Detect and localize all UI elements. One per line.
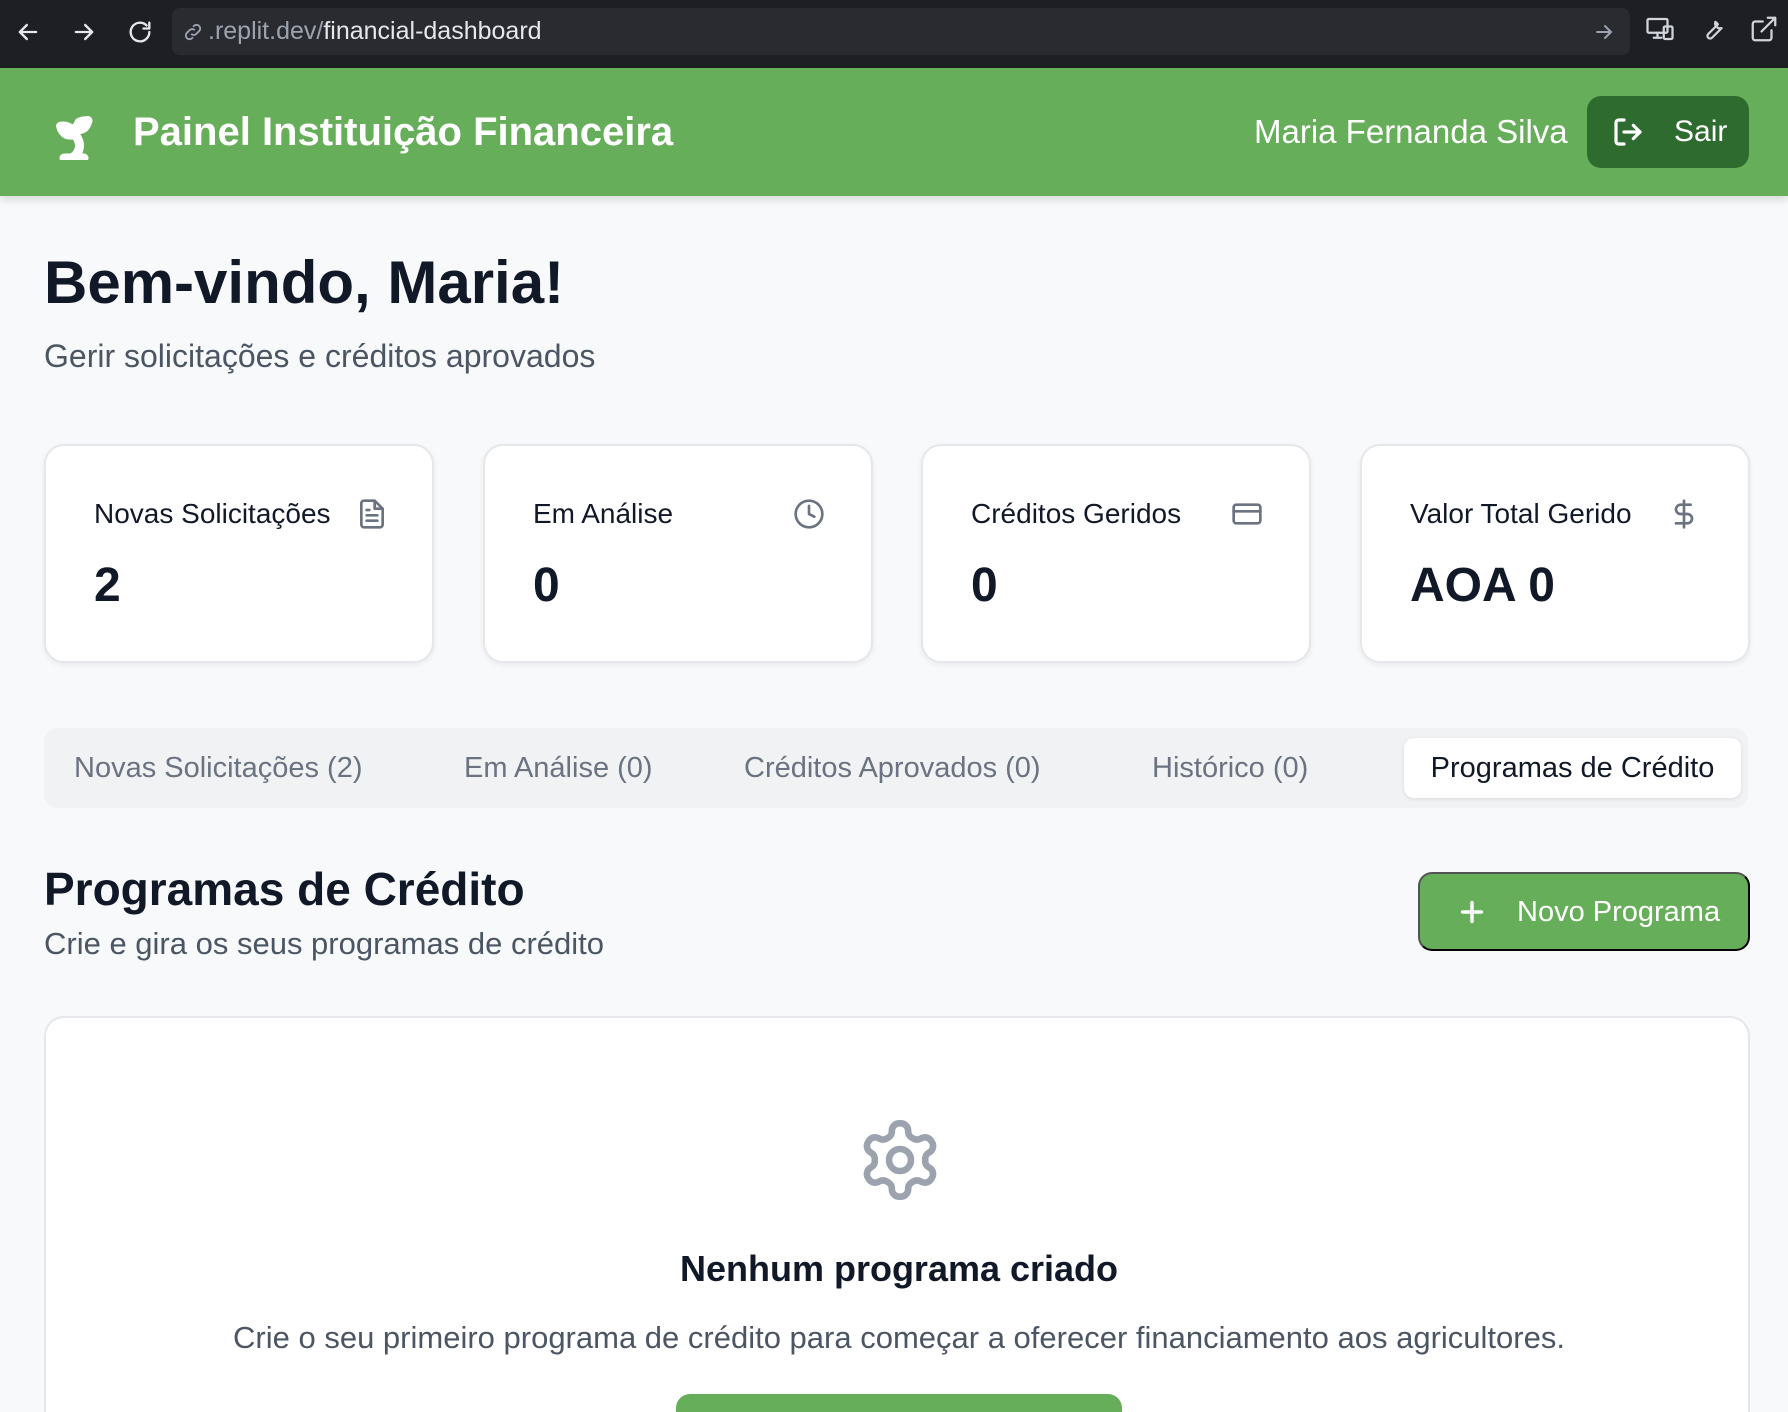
plus-icon [1456,896,1488,928]
devices-icon[interactable] [1645,14,1681,50]
logout-label: Sair [1674,115,1728,148]
external-link-icon[interactable] [1749,14,1785,50]
stat-value: 0 [971,559,998,612]
section-subtitle: Crie e gira os seus programas de crédito [44,926,604,961]
stat-card-managed-credits: Créditos Geridos 0 [921,444,1311,663]
gear-icon [856,1116,944,1204]
stat-card-in-analysis: Em Análise 0 [483,444,873,663]
sprout-icon [50,108,98,163]
dollar-icon [1668,498,1700,530]
welcome-title: Bem-vindo, Maria! [44,249,565,316]
forward-arrow-icon[interactable] [66,14,102,50]
back-arrow-icon[interactable] [10,14,46,50]
credit-card-icon [1231,498,1263,530]
link-icon [182,21,204,43]
new-program-label: Novo Programa [1517,896,1721,928]
address-bar[interactable]: .replit.dev/financial-dashboard [172,8,1630,55]
app-header: Painel Instituição Financeira Maria Fern… [0,68,1788,196]
tab-new-requests[interactable]: Novas Solicitações (2) [74,738,363,798]
stat-label: Créditos Geridos [971,498,1182,529]
go-arrow-icon[interactable] [1592,20,1616,44]
document-icon [356,498,388,530]
empty-state-title: Nenhum programa criado [679,1248,1119,1289]
url-path: financial-dashboard [323,17,542,45]
stat-label: Novas Solicitações [94,498,331,529]
tab-approved-credits[interactable]: Créditos Aprovados (0) [744,738,1041,798]
tab-list: Novas Solicitações (2) Em Análise (0) Cr… [44,728,1748,808]
tab-credit-programs[interactable]: Programas de Crédito [1404,738,1741,798]
create-first-program-button[interactable] [676,1394,1122,1412]
tab-history[interactable]: Histórico (0) [1152,738,1308,798]
app-title: Painel Instituição Financeira [133,110,674,154]
section-title: Programas de Crédito [44,863,525,915]
reload-icon[interactable] [122,14,158,50]
new-program-button[interactable]: Novo Programa [1418,872,1750,951]
url-text: .replit.dev/financial-dashboard [208,17,542,46]
user-name: Maria Fernanda Silva [1254,113,1568,150]
welcome-subtitle: Gerir solicitações e créditos aprovados [44,338,596,374]
empty-state-description: Crie o seu primeiro programa de crédito … [233,1320,1565,1355]
empty-state-card: Nenhum programa criado Crie o seu primei… [44,1016,1750,1412]
clock-icon [793,498,825,530]
stat-card-total-value: Valor Total Gerido AOA 0 [1360,444,1750,663]
url-prefix: .replit.dev/ [208,17,324,45]
browser-toolbar: .replit.dev/financial-dashboard [0,0,1788,68]
stat-label: Em Análise [533,498,674,529]
stat-card-new-requests: Novas Solicitações 2 [44,444,434,663]
stat-value: AOA 0 [1410,559,1555,612]
logout-button[interactable]: Sair [1587,96,1749,168]
stat-value: 0 [533,559,560,612]
stat-value: 2 [94,559,121,612]
stat-label: Valor Total Gerido [1410,498,1632,529]
wrench-icon[interactable] [1697,14,1733,50]
logout-icon [1612,116,1644,148]
tab-in-analysis[interactable]: Em Análise (0) [464,738,653,798]
